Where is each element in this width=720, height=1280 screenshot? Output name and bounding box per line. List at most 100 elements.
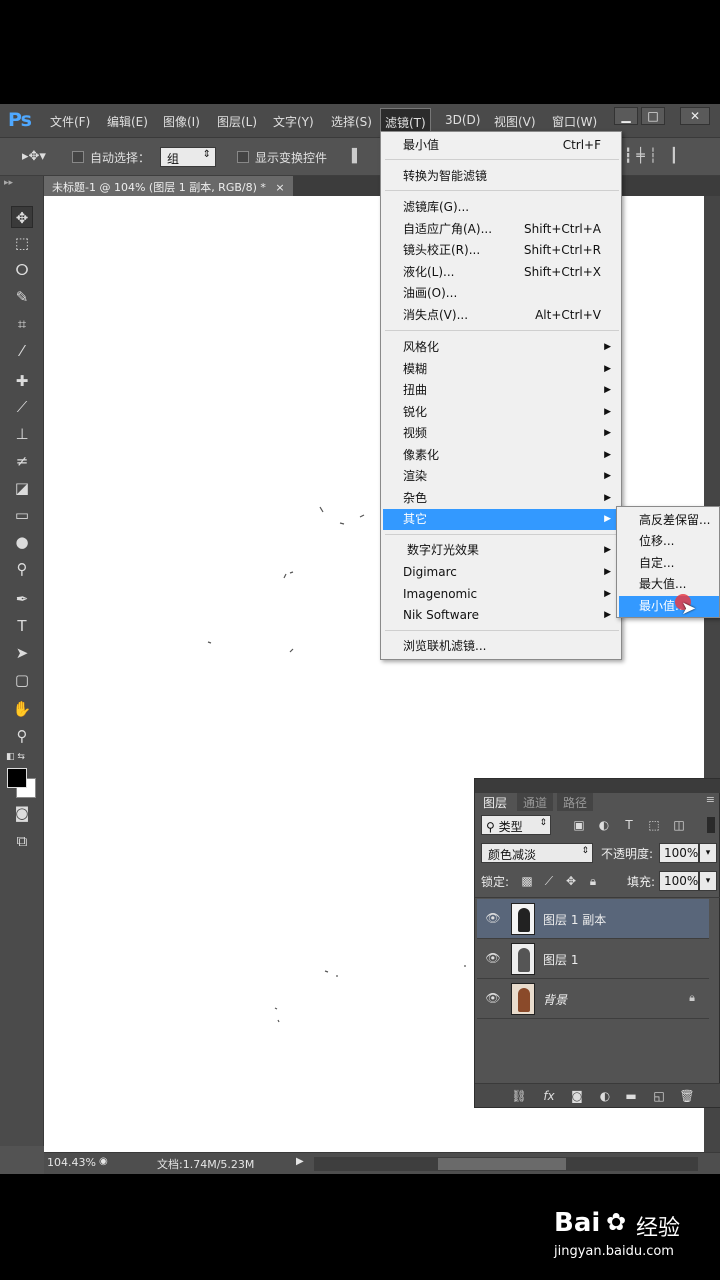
fill-slider-button[interactable]: ▾: [699, 871, 717, 891]
type-filter-icon[interactable]: T: [621, 817, 637, 833]
menu-item-other[interactable]: 其它 ▶: [383, 509, 619, 530]
tab-channels[interactable]: 通道: [517, 793, 554, 811]
zoom-tool-icon[interactable]: ⚲: [11, 725, 33, 747]
link-layers-icon[interactable]: ⛓: [511, 1088, 527, 1104]
layer-filter-dropdown[interactable]: ⚲ 类型 ⇕: [481, 815, 551, 835]
gradient-tool-icon[interactable]: ▭: [11, 504, 33, 526]
fx-icon[interactable]: fx: [541, 1088, 557, 1104]
opacity-slider-button[interactable]: ▾: [699, 843, 717, 863]
submenu-item-high-pass[interactable]: 高反差保留...: [619, 510, 719, 531]
menu-image[interactable]: 图像(I): [163, 113, 200, 130]
eyedropper-tool-icon[interactable]: ⁄: [11, 340, 33, 362]
default-colors-icon[interactable]: ◧ ⇆: [6, 752, 25, 762]
menu-3d[interactable]: 3D(D): [445, 113, 480, 127]
menu-item-oil-paint[interactable]: 油画(O)...: [383, 283, 619, 304]
horizontal-scroll-thumb[interactable]: [438, 1158, 566, 1170]
align-icon[interactable]: ▌: [352, 149, 362, 164]
maximize-button[interactable]: □: [641, 107, 665, 125]
menu-file[interactable]: 文件(F): [50, 113, 90, 130]
lock-position-icon[interactable]: ✥: [563, 873, 579, 889]
pen-tool-icon[interactable]: ✒: [11, 588, 33, 610]
close-button[interactable]: ✕: [680, 107, 710, 125]
opacity-input[interactable]: 100%: [659, 843, 699, 863]
zoom-level[interactable]: 104.43%: [47, 1156, 96, 1169]
eraser-tool-icon[interactable]: ◪: [11, 477, 33, 499]
filter-toggle[interactable]: [707, 817, 715, 833]
menu-item-smart-filter[interactable]: 转换为智能滤镜: [383, 166, 619, 187]
lock-pixels-icon[interactable]: ⟋: [541, 873, 557, 889]
lock-all-icon[interactable]: 🔒︎: [585, 873, 601, 889]
tab-layers[interactable]: 图层: [477, 793, 514, 811]
smart-object-filter-icon[interactable]: ◫: [671, 817, 687, 833]
menu-item-render[interactable]: 渲染 ▶: [383, 466, 619, 487]
new-layer-icon[interactable]: ◱: [651, 1088, 667, 1104]
blur-tool-icon[interactable]: ●: [11, 531, 33, 553]
auto-select-checkbox[interactable]: [72, 151, 84, 163]
menu-item-adaptive-wide-angle[interactable]: 自适应广角(A)... Shift+Ctrl+A: [383, 219, 619, 240]
status-arrow-icon[interactable]: ▶: [296, 1156, 304, 1167]
brush-tool-icon[interactable]: ⟋: [11, 396, 33, 418]
close-tab-icon[interactable]: ×: [275, 181, 284, 194]
menu-item-browse-online[interactable]: 浏览联机滤镜...: [383, 636, 619, 657]
menu-item-stylize[interactable]: 风格化 ▶: [383, 337, 619, 358]
menu-item-pixelate[interactable]: 像素化 ▶: [383, 445, 619, 466]
menu-item-last-filter[interactable]: 最小值 Ctrl+F: [383, 135, 619, 156]
clone-stamp-icon[interactable]: ⊥: [11, 423, 33, 445]
move-tool-preset-icon[interactable]: ▸✥▾: [22, 149, 56, 167]
menu-item-vanishing-point[interactable]: 消失点(V)... Alt+Ctrl+V: [383, 305, 619, 326]
trash-icon[interactable]: 🗑︎: [679, 1088, 695, 1104]
rectangle-tool-icon[interactable]: ▢: [11, 669, 33, 691]
hand-tool-icon[interactable]: ✋: [11, 698, 33, 720]
menu-view[interactable]: 视图(V): [494, 113, 536, 130]
layer-name[interactable]: 图层 1 副本: [543, 911, 606, 928]
horizontal-scrollbar[interactable]: [314, 1157, 698, 1171]
shape-filter-icon[interactable]: ⬚: [646, 817, 662, 833]
submenu-item-custom[interactable]: 自定...: [619, 553, 719, 574]
visibility-eye-icon[interactable]: 👁︎: [485, 991, 501, 1007]
distribute-icons[interactable]: ┇╪┆ ┃: [624, 148, 682, 164]
show-transform-checkbox[interactable]: [237, 151, 249, 163]
new-group-icon[interactable]: ▬: [623, 1088, 639, 1104]
menu-item-digital-lighting[interactable]: 数字灯光效果 ▶: [383, 540, 619, 561]
quick-mask-icon[interactable]: ◙: [11, 802, 33, 824]
fill-input[interactable]: 100%: [659, 871, 699, 891]
menu-item-filter-gallery[interactable]: 滤镜库(G)...: [383, 197, 619, 218]
menu-select[interactable]: 选择(S): [331, 113, 372, 130]
menu-item-digimarc[interactable]: Digimarc ▶: [383, 562, 619, 583]
menu-item-nik-software[interactable]: Nik Software ▶: [383, 605, 619, 626]
submenu-item-maximum[interactable]: 最大值...: [619, 574, 719, 595]
minimize-button[interactable]: ▁: [614, 107, 638, 125]
menu-item-noise[interactable]: 杂色 ▶: [383, 488, 619, 509]
menu-edit[interactable]: 编辑(E): [107, 113, 148, 130]
layer-name[interactable]: 背景: [543, 991, 567, 1008]
menu-item-lens-correction[interactable]: 镜头校正(R)... Shift+Ctrl+R: [383, 240, 619, 261]
adjustment-layer-icon[interactable]: ◐: [597, 1088, 613, 1104]
dodge-tool-icon[interactable]: ⚲: [11, 558, 33, 580]
document-tab[interactable]: 未标题-1 @ 104% (图层 1 副本, RGB/8) * ×: [44, 176, 293, 196]
submenu-item-offset[interactable]: 位移...: [619, 531, 719, 552]
adjust-filter-icon[interactable]: ◐: [596, 817, 612, 833]
menu-item-video[interactable]: 视频 ▶: [383, 423, 619, 444]
menu-type[interactable]: 文字(Y): [273, 113, 314, 130]
pixel-filter-icon[interactable]: ▣: [571, 817, 587, 833]
marquee-tool-icon[interactable]: ⬚: [11, 232, 33, 254]
status-info-icon[interactable]: ◉: [99, 1156, 108, 1167]
menu-item-distort[interactable]: 扭曲 ▶: [383, 380, 619, 401]
menu-item-imagenomic[interactable]: Imagenomic ▶: [383, 584, 619, 605]
screen-mode-icon[interactable]: ⧉: [11, 830, 33, 852]
blend-mode-dropdown[interactable]: 颜色减淡 ⇕: [481, 843, 593, 863]
menu-layer[interactable]: 图层(L): [217, 113, 257, 130]
collapse-icon[interactable]: ▸▸: [4, 178, 13, 188]
lock-transparent-icon[interactable]: ▩: [519, 873, 535, 889]
submenu-item-minimum[interactable]: 最小值...: [619, 596, 719, 617]
type-tool-icon[interactable]: T: [11, 615, 33, 637]
auto-select-dropdown[interactable]: 组 ⇕: [160, 147, 216, 167]
path-select-tool-icon[interactable]: ➤: [11, 642, 33, 664]
layer-row[interactable]: 👁︎ 图层 1: [477, 939, 709, 979]
visibility-eye-icon[interactable]: 👁︎: [485, 911, 501, 927]
panel-menu-icon[interactable]: ≡: [706, 793, 715, 806]
layer-row[interactable]: 👁︎ 图层 1 副本: [477, 899, 709, 939]
history-brush-icon[interactable]: ≠: [11, 450, 33, 472]
healing-brush-icon[interactable]: ✚: [11, 370, 33, 392]
quick-select-tool-icon[interactable]: ✎: [11, 286, 33, 308]
